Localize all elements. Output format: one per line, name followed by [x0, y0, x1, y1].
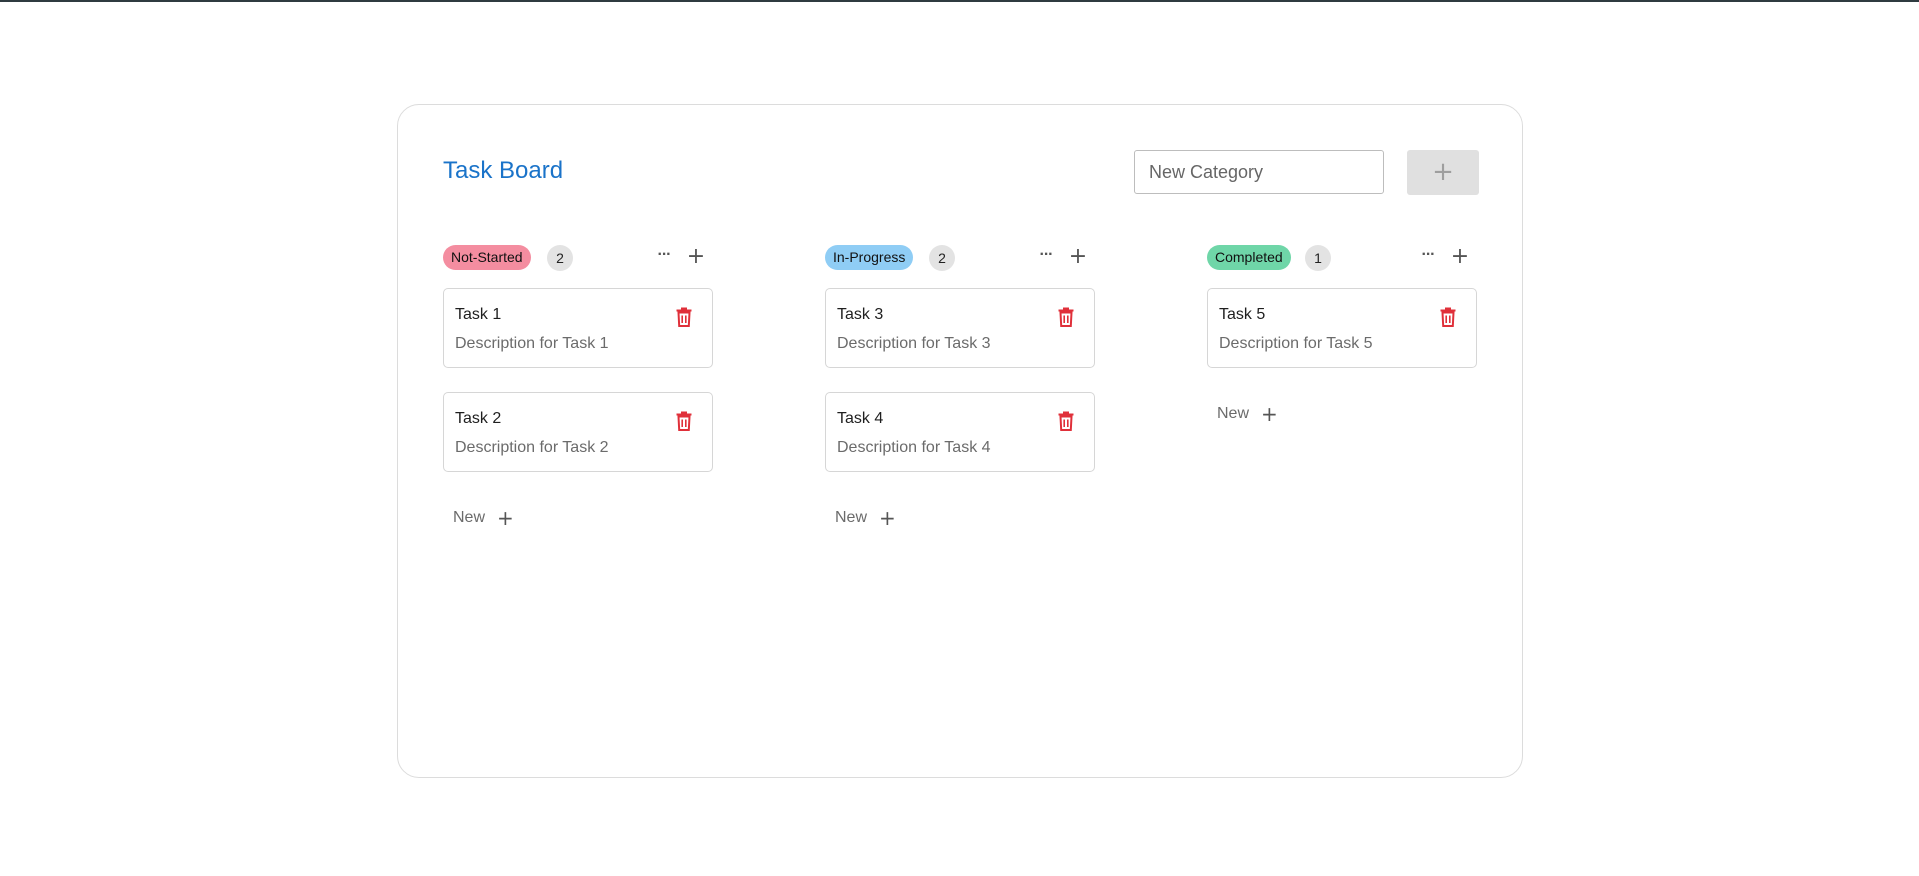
trash-icon[interactable]: [1058, 307, 1074, 327]
task-card[interactable]: Task 3 Description for Task 3: [825, 288, 1095, 368]
column-in-progress: In-Progress 2 ··· + Task 3 Description f…: [825, 243, 1095, 530]
task-title: Task 3: [837, 306, 884, 323]
column-menu-button[interactable]: ···: [1417, 245, 1439, 269]
status-badge: Completed: [1207, 245, 1291, 270]
trash-icon[interactable]: [1058, 411, 1074, 431]
column-header: In-Progress 2 ··· +: [825, 243, 1095, 271]
task-card[interactable]: Task 1 Description for Task 1: [443, 288, 713, 368]
column-add-button[interactable]: +: [685, 245, 707, 269]
trash-icon[interactable]: [676, 411, 692, 431]
task-title: Task 5: [1219, 306, 1266, 323]
trash-icon[interactable]: [1440, 307, 1456, 327]
status-badge: Not-Started: [443, 245, 531, 270]
plus-icon: +: [497, 506, 514, 530]
new-task-label: New: [835, 509, 868, 526]
new-category-input[interactable]: [1134, 150, 1384, 194]
column-add-button[interactable]: +: [1449, 245, 1471, 269]
task-card[interactable]: Task 5 Description for Task 5: [1207, 288, 1477, 368]
task-title: Task 2: [455, 410, 502, 427]
column-menu-button[interactable]: ···: [653, 245, 675, 269]
trash-icon[interactable]: [676, 307, 692, 327]
count-badge: 2: [547, 245, 573, 271]
task-card[interactable]: Task 2 Description for Task 2: [443, 392, 713, 472]
new-task-label: New: [1217, 405, 1250, 422]
task-description: Description for Task 5: [1219, 335, 1373, 352]
top-strip: [0, 0, 1919, 2]
page-title: Task Board: [443, 157, 564, 184]
task-description: Description for Task 3: [837, 335, 991, 352]
column-not-started: Not-Started 2 ··· + Task 1 Description f…: [443, 243, 713, 530]
column-add-button[interactable]: +: [1067, 245, 1089, 269]
task-description: Description for Task 2: [455, 439, 609, 456]
status-badge: In-Progress: [825, 245, 914, 270]
new-task-button[interactable]: New +: [825, 506, 1095, 530]
count-badge: 1: [1305, 245, 1331, 271]
plus-icon: +: [1261, 402, 1278, 426]
new-task-button[interactable]: New +: [1207, 402, 1477, 426]
column-menu-button[interactable]: ···: [1035, 245, 1057, 269]
column-header: Completed 1 ··· +: [1207, 243, 1477, 271]
column-completed: Completed 1 ··· + Task 5 Description for…: [1207, 243, 1477, 426]
task-description: Description for Task 1: [455, 335, 609, 352]
task-board: Task Board + Not-Started 2 ··· + Task 1 …: [397, 104, 1523, 778]
count-badge: 2: [929, 245, 955, 271]
column-header: Not-Started 2 ··· +: [443, 243, 713, 271]
task-description: Description for Task 4: [837, 439, 991, 456]
new-task-label: New: [453, 509, 486, 526]
add-category-button[interactable]: +: [1407, 150, 1479, 195]
plus-icon: +: [879, 506, 896, 530]
task-title: Task 1: [455, 306, 502, 323]
new-task-button[interactable]: New +: [443, 506, 713, 530]
task-title: Task 4: [837, 410, 884, 427]
task-card[interactable]: Task 4 Description for Task 4: [825, 392, 1095, 472]
